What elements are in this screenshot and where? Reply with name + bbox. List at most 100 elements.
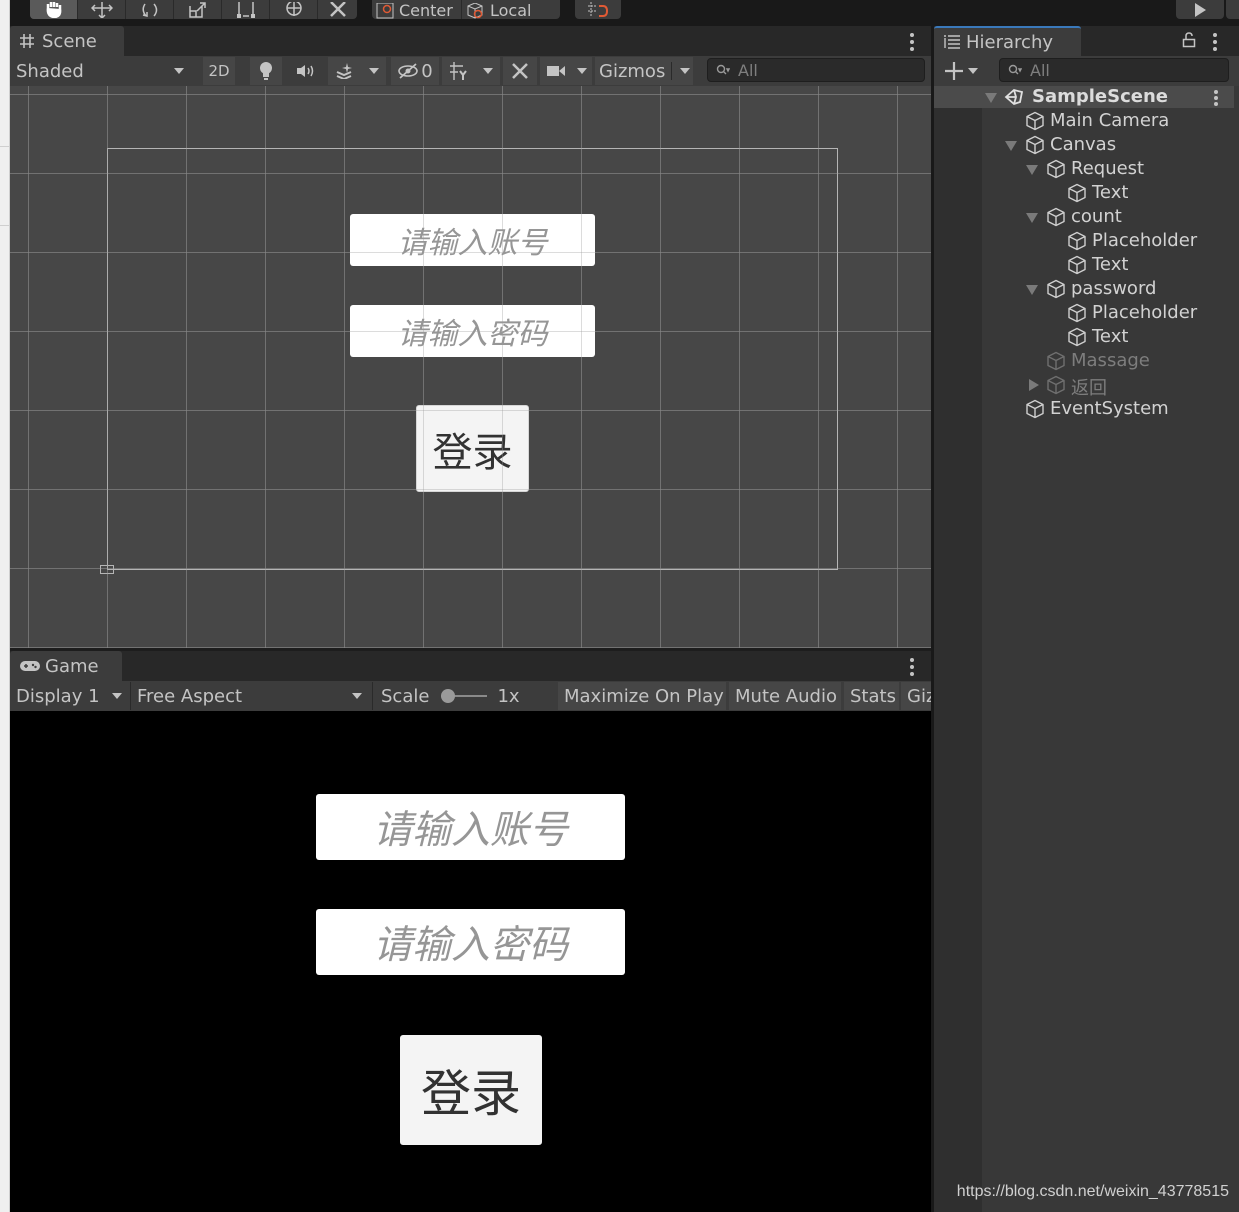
chevron-down-icon[interactable] [483,68,493,74]
scene-account-input[interactable]: 请输入账号 [350,214,595,266]
hierarchy-item-label: Text [1092,326,1129,347]
hierarchy-item[interactable]: Text [934,325,1234,349]
stats-toggle[interactable]: Stats [844,682,899,710]
hierarchy-item[interactable]: count [934,205,1234,229]
pivot-mode-label: Center [399,1,453,19]
login-label: 登录 [432,429,513,476]
expand-arrow-icon[interactable] [1005,141,1017,151]
hierarchy-item[interactable]: Placeholder [934,229,1234,253]
hierarchy-item[interactable]: Request [934,157,1234,181]
collapse-arrow-icon[interactable] [1029,379,1039,391]
hierarchy-item[interactable]: 返回 [934,373,1234,399]
scale-slider-thumb[interactable] [441,689,456,703]
chevron-down-icon [576,68,587,74]
hierarchy-scene-row[interactable]: SampleScene [934,86,1234,108]
scene-login-button[interactable]: 登录 [416,405,529,492]
hierarchy-more-options-icon[interactable] [1213,33,1217,51]
scene-more-options-icon[interactable] [910,33,914,51]
hierarchy-item-label: Main Camera [1050,110,1170,131]
game-view[interactable]: 请输入账号 请输入密码 登录 [10,711,931,1212]
chevron-down-icon[interactable] [369,68,379,74]
play-button[interactable] [1176,0,1224,19]
mute-audio-toggle[interactable]: Mute Audio [729,682,841,710]
camera-settings-button[interactable] [540,57,592,85]
gizmos-dropdown[interactable]: Gizmos [595,57,693,85]
hierarchy-item[interactable]: password [934,277,1234,301]
account-placeholder: 请输入账号 [372,808,568,853]
effects-toggle[interactable] [328,57,386,85]
display-dropdown[interactable]: Display 1 [10,682,128,710]
aspect-dropdown[interactable]: Free Aspect [130,682,370,710]
scale-value: 1x [497,685,520,707]
effects-icon [336,63,352,79]
aspect-value: Free Aspect [137,685,243,707]
grid-snap-button[interactable] [575,0,621,19]
move-tool-button[interactable] [78,0,126,19]
maximize-on-play-toggle[interactable]: Maximize On Play [558,682,726,710]
login-label: 登录 [421,1065,521,1123]
rect-tool-button[interactable] [222,0,270,19]
hand-tool-button[interactable] [30,0,78,19]
scene-view[interactable]: 请输入账号 请输入密码 登录 [10,86,931,648]
pivot-mode-button[interactable]: Center [372,0,462,19]
expand-arrow-icon[interactable] [1026,285,1038,295]
scale-tool-button[interactable] [174,0,222,19]
hierarchy-item-label: Placeholder [1092,230,1198,251]
expand-arrow-icon[interactable] [1026,213,1038,223]
lock-icon[interactable] [1182,32,1196,48]
hierarchy-item[interactable]: Placeholder [934,301,1234,325]
hierarchy-tab-bar: Hierarchy [934,26,1239,56]
tab-hierarchy[interactable]: Hierarchy [934,26,1081,56]
pivot-rotation-button[interactable]: Local [462,0,560,19]
tab-game[interactable]: Game [10,651,122,681]
lighting-toggle[interactable] [250,57,282,85]
game-account-input[interactable]: 请输入账号 [316,794,625,860]
grid-toggle[interactable] [442,57,500,85]
game-password-input[interactable]: 请输入密码 [316,909,625,975]
toggle-2d-button[interactable]: 2D [203,57,235,85]
rect-transform-icon [236,1,255,18]
transform-tools-group [30,0,357,19]
audio-toggle[interactable] [284,57,326,85]
shading-mode-value: Shaded [16,60,84,82]
hierarchy-item[interactable]: EventSystem [934,397,1234,421]
tab-scene[interactable]: Scene [10,26,124,56]
game-login-button[interactable]: 登录 [400,1035,542,1145]
expand-arrow-icon[interactable] [985,93,997,103]
hierarchy-item[interactable]: Main Camera [934,109,1234,133]
hierarchy-item[interactable]: Text [934,181,1234,205]
tools-icon [512,63,528,79]
scale-slider[interactable] [441,689,488,703]
pause-button[interactable] [1226,0,1239,19]
password-placeholder: 请输入密码 [372,923,568,968]
speaker-icon [297,65,314,77]
hierarchy-item[interactable]: Text [934,253,1234,277]
hierarchy-item-label: Placeholder [1092,302,1198,323]
divider [0,146,10,147]
scene-search-input[interactable]: All [707,58,925,82]
tools-toggle[interactable] [503,57,537,85]
hierarchy-item-label: Canvas [1050,134,1117,155]
canvas-pivot-handle[interactable] [100,565,114,574]
transform-tool-button[interactable] [270,0,318,19]
scale-control: Scale 1x [372,682,556,710]
pivot-group: Center Local [372,0,560,19]
scene-more-options-icon[interactable] [1214,90,1218,106]
game-gizmos-toggle[interactable]: Giz [901,682,931,710]
scene-visibility-toggle[interactable]: 0 [391,57,439,85]
scene-password-input[interactable]: 请输入密码 [350,305,595,357]
expand-arrow-icon[interactable] [1026,165,1038,175]
pivot-rotation-label: Local [490,1,532,19]
hierarchy-item[interactable]: Canvas [934,133,1234,157]
tab-scene-label: Scene [42,30,97,52]
game-more-options-icon[interactable] [910,658,914,676]
create-button[interactable] [944,61,978,81]
play-icon [1195,2,1206,17]
shading-mode-dropdown[interactable]: Shaded [10,57,190,85]
hierarchy-search-placeholder: All [1030,60,1050,80]
custom-tools-button[interactable] [318,0,357,19]
hierarchy-item[interactable]: Massage [934,349,1234,373]
hierarchy-search-input[interactable]: All [999,58,1229,82]
chevron-down-icon[interactable] [680,68,691,74]
rotate-tool-button[interactable] [126,0,174,19]
